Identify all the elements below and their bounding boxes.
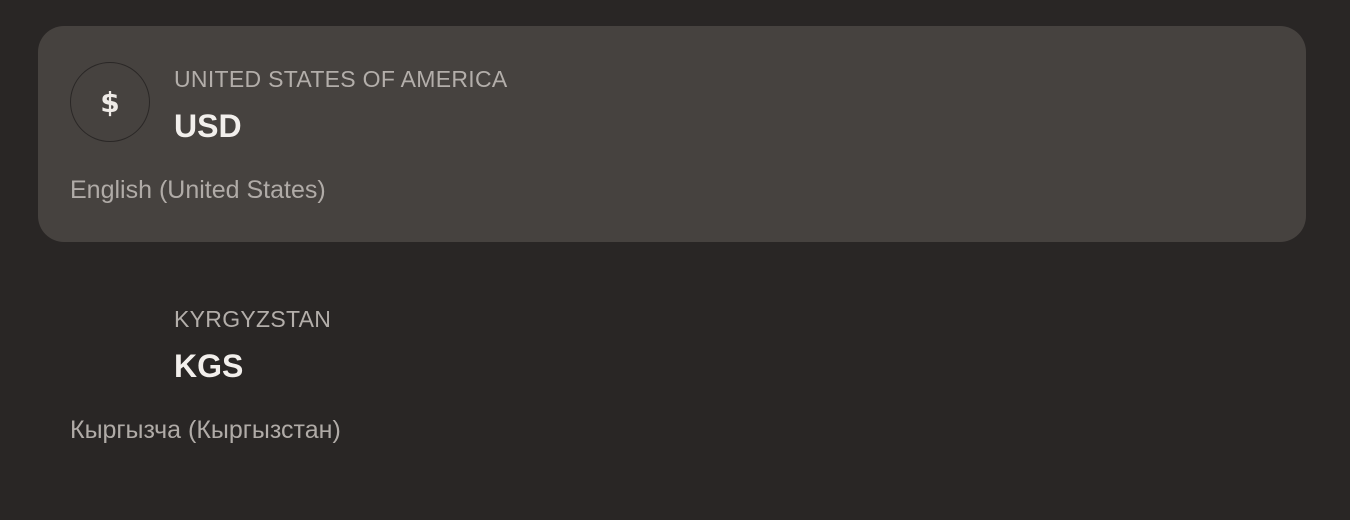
currency-option-usd[interactable]: $ UNITED STATES OF AMERICA USD English (… <box>38 26 1306 242</box>
dollar-sign-icon: $ <box>70 62 150 142</box>
currency-code: USD <box>174 108 242 144</box>
currency-code: KGS <box>174 348 244 384</box>
locale-name: Кыргызча (Кыргызстан) <box>70 416 341 444</box>
country-name: UNITED STATES OF AMERICA <box>174 66 508 92</box>
currency-option-kgs[interactable]: KYRGYZSTAN KGS Кыргызча (Кыргызстан) <box>38 266 1306 482</box>
country-name: KYRGYZSTAN <box>174 306 332 332</box>
locale-name: English (United States) <box>70 176 326 204</box>
currency-list: $ UNITED STATES OF AMERICA USD English (… <box>0 0 1350 520</box>
